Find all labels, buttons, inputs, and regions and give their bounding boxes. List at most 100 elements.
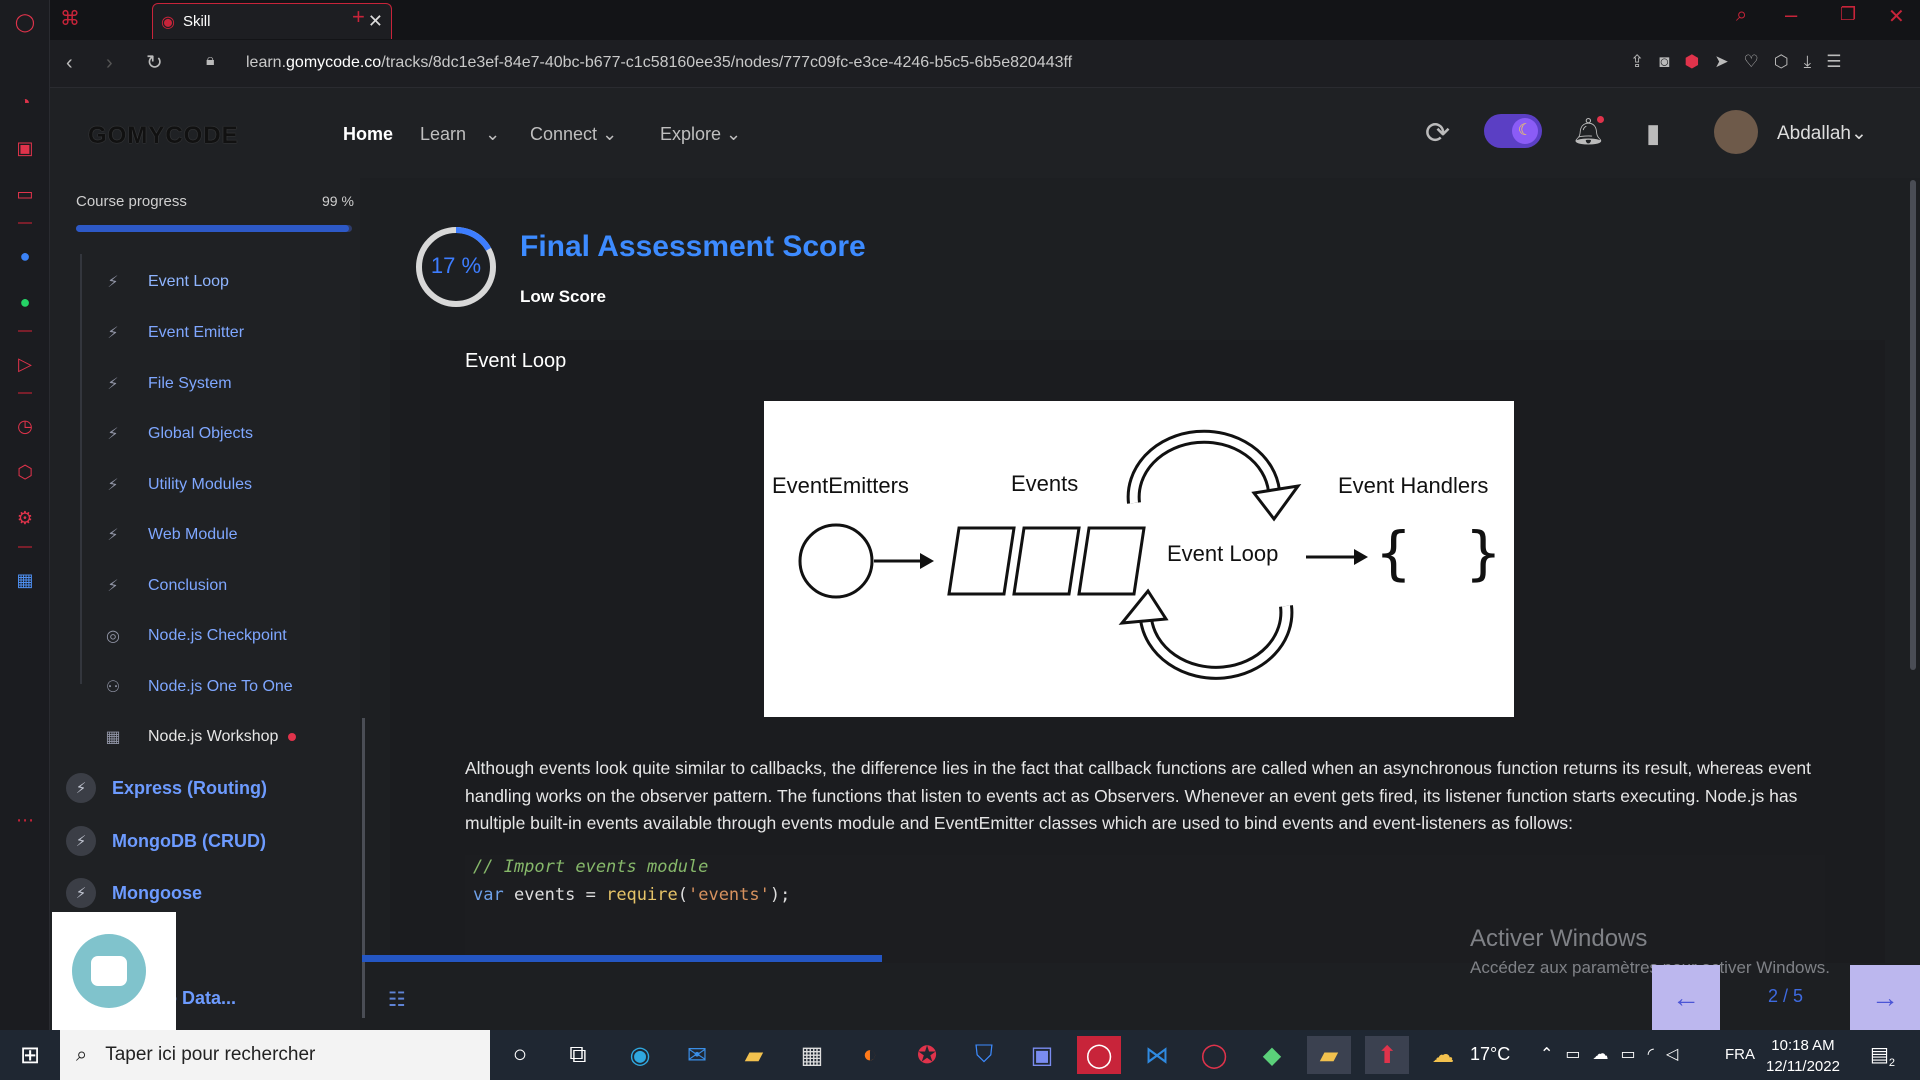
shield-icon[interactable]: ⛉ <box>962 1036 1006 1074</box>
url-field[interactable]: learn.gomycode.co/tracks/8dc1e3ef-84e7-4… <box>246 54 1072 72</box>
pager-prev-button[interactable]: ← <box>1652 965 1720 1030</box>
event-box-2 <box>1012 526 1081 596</box>
mail-icon[interactable]: ✉ <box>675 1036 719 1074</box>
reload-icon[interactable]: ↻ <box>146 50 163 75</box>
git-icon[interactable]: ◆ <box>1250 1036 1294 1074</box>
lesson-label: Utility Modules <box>148 476 253 493</box>
file-explorer-icon[interactable]: ▰ <box>732 1036 776 1074</box>
tab-title: Skill <box>182 13 211 30</box>
sidebar-lesson-utility-modules[interactable]: ⚡︎ Utility Modules <box>98 465 252 505</box>
target-icon: ◎ <box>106 628 120 645</box>
history-icon[interactable]: ◷ <box>13 414 37 438</box>
user-menu[interactable]: Abdallah⌄ <box>1777 122 1867 145</box>
nav-home[interactable]: Home <box>343 124 393 145</box>
task-view-icon[interactable]: ⧉ <box>556 1036 600 1074</box>
sidebar-lesson-event-loop[interactable]: ⚡︎ Event Loop <box>98 262 229 302</box>
vscode-icon[interactable]: ⋈ <box>1135 1036 1179 1074</box>
sidebar-scrollbar[interactable] <box>362 718 365 1018</box>
speed-dial-icon[interactable]: ◔ <box>13 90 37 114</box>
search-tabs-icon[interactable]: ⌕ <box>1736 4 1747 27</box>
avatar[interactable] <box>1714 110 1758 154</box>
content-vertical-scrollbar[interactable] <box>1910 180 1916 670</box>
bolt-icon: ⚡︎ <box>66 826 96 856</box>
action-center-icon[interactable]: ▤2 <box>1870 1042 1895 1069</box>
settings-gear-icon[interactable]: ⚙ <box>13 506 37 530</box>
moon-icon: ☾ <box>1512 118 1538 144</box>
messenger-icon[interactable]: ● <box>13 244 37 268</box>
translator-icon[interactable]: ▦ <box>13 568 37 592</box>
site-logo[interactable]: GOMYCODE <box>88 122 239 150</box>
lesson-label: Event Loop <box>148 273 229 290</box>
content-horizontal-scrollbar[interactable] <box>362 955 882 962</box>
folder-icon[interactable]: ▰ <box>1307 1036 1351 1074</box>
whatsapp-icon[interactable]: ● <box>13 290 37 314</box>
sidebar-lesson-event-emitter[interactable]: ⚡︎ Event Emitter <box>98 313 244 353</box>
teams-icon[interactable]: ▣ <box>1020 1036 1064 1074</box>
twitch-icon[interactable]: ▭ <box>13 182 37 206</box>
close-tab-icon[interactable]: ✕ <box>368 11 383 32</box>
opera-logo-icon[interactable]: ◯ <box>13 10 37 34</box>
weather-icon[interactable]: ☁ <box>1432 1042 1454 1068</box>
close-window-icon[interactable]: ✕ <box>1888 4 1905 29</box>
keyboard-language[interactable]: FRA <box>1725 1046 1755 1063</box>
nav-learn[interactable]: Learn ⌄ <box>420 124 500 145</box>
lock-icon[interactable]: 🔒︎ <box>206 52 215 70</box>
forward-icon[interactable]: › <box>106 52 113 75</box>
pager-next-button[interactable]: → <box>1850 965 1920 1030</box>
bolt-icon: ⚡︎ <box>107 527 119 544</box>
sidebar-lesson-file-system[interactable]: ⚡︎ File System <box>98 364 231 404</box>
emitter-circle <box>798 523 874 599</box>
upload-app-icon[interactable]: ⬆ <box>1365 1036 1409 1074</box>
clock[interactable]: 10:18 AM 12/11/2022 <box>1766 1035 1840 1077</box>
antivirus-icon[interactable]: ✪ <box>905 1036 949 1074</box>
workspace-icon[interactable]: ▣ <box>13 136 37 160</box>
sidebar-module-mongoose[interactable]: ⚡︎ Mongoose <box>66 873 202 913</box>
code-line: var events = require('events'); <box>473 885 790 905</box>
dark-mode-toggle[interactable]: ☾ <box>1484 114 1542 148</box>
sidebar-lesson-workshop[interactable]: ▦ Node.js Workshop <box>98 717 297 757</box>
chat-icon[interactable]: ▮ <box>1646 118 1660 149</box>
extensions-icon[interactable]: ⬡ <box>13 460 37 484</box>
opera-icon[interactable]: ◯ <box>1192 1036 1236 1074</box>
lesson-rail <box>80 254 82 684</box>
course-sidebar: Course progress 99 % ⚡︎ Event Loop ⚡︎ Even… <box>50 178 365 1030</box>
windows-start-icon[interactable]: ⊞ <box>8 1036 52 1074</box>
sidebar-lesson-checkpoint[interactable]: ◎ Node.js Checkpoint <box>98 616 287 656</box>
back-icon[interactable]: ‹ <box>66 52 73 75</box>
more-icon[interactable]: ⋯ <box>13 808 37 832</box>
nav-learn-label: Learn <box>420 124 467 144</box>
edge-icon[interactable]: ◉ <box>618 1036 662 1074</box>
address-bar-tools[interactable]: ⇪◙⬢➤♡⬡⤓☰ <box>1630 52 1856 72</box>
lesson-content: 17 % Final Assessment Score Low Score Ev… <box>390 215 1885 963</box>
player-icon[interactable]: ▷ <box>13 352 37 376</box>
tab-workspace-icon[interactable]: ⌘ <box>60 6 80 31</box>
new-tab-icon[interactable]: + <box>352 4 365 30</box>
weather-temp[interactable]: 17°C <box>1470 1044 1510 1065</box>
diagram-label-events: Events <box>1011 471 1078 496</box>
event-box-1 <box>947 526 1016 596</box>
restore-icon[interactable]: ❐ <box>1840 4 1856 25</box>
windows-activate-subtitle: Accédez aux paramètres pour activer Wind… <box>1470 958 1830 977</box>
sidebar-module-express[interactable]: ⚡︎ Express (Routing) <box>66 768 267 808</box>
sidebar-module-mongodb[interactable]: ⚡︎ MongoDB (CRUD) <box>66 821 266 861</box>
sidebar-lesson-web-module[interactable]: ⚡︎ Web Module <box>98 515 237 555</box>
sidebar-lesson-conclusion[interactable]: ⚡︎ Conclusion <box>98 566 227 606</box>
nav-explore[interactable]: Explore ⌄ <box>660 124 741 145</box>
sidebar-divider <box>18 222 32 224</box>
sidebar-lesson-one-to-one[interactable]: ⚇ Node.js One To One <box>98 667 293 707</box>
sidebar-lesson-global-objects[interactable]: ⚡︎ Global Objects <box>98 414 253 454</box>
taskbar-search[interactable]: ⌕ Taper ici pour rechercher <box>60 1030 490 1080</box>
store-icon[interactable]: ▦ <box>790 1036 834 1074</box>
chat-widget-button[interactable] <box>72 934 146 1008</box>
opera-gx-icon[interactable]: ◯ <box>1077 1036 1121 1074</box>
bolt-icon: ⚡︎ <box>66 878 96 908</box>
cortana-icon[interactable]: ○ <box>498 1036 542 1074</box>
module-label: Mongoose <box>112 882 202 903</box>
system-tray-icons[interactable]: ⌃▭☁▭◜◁ <box>1540 1044 1690 1064</box>
nav-connect[interactable]: Connect ⌄ <box>530 124 617 145</box>
minimize-icon[interactable]: – <box>1785 2 1797 28</box>
url-path: /tracks/8dc1e3ef-84e7-40bc-b677-c1c58160… <box>381 54 1073 71</box>
firefox-icon[interactable]: ◐ <box>848 1036 892 1074</box>
refresh-icon[interactable]: ⟳ <box>1425 116 1450 151</box>
outline-list-icon[interactable]: ☷ <box>388 987 406 1012</box>
